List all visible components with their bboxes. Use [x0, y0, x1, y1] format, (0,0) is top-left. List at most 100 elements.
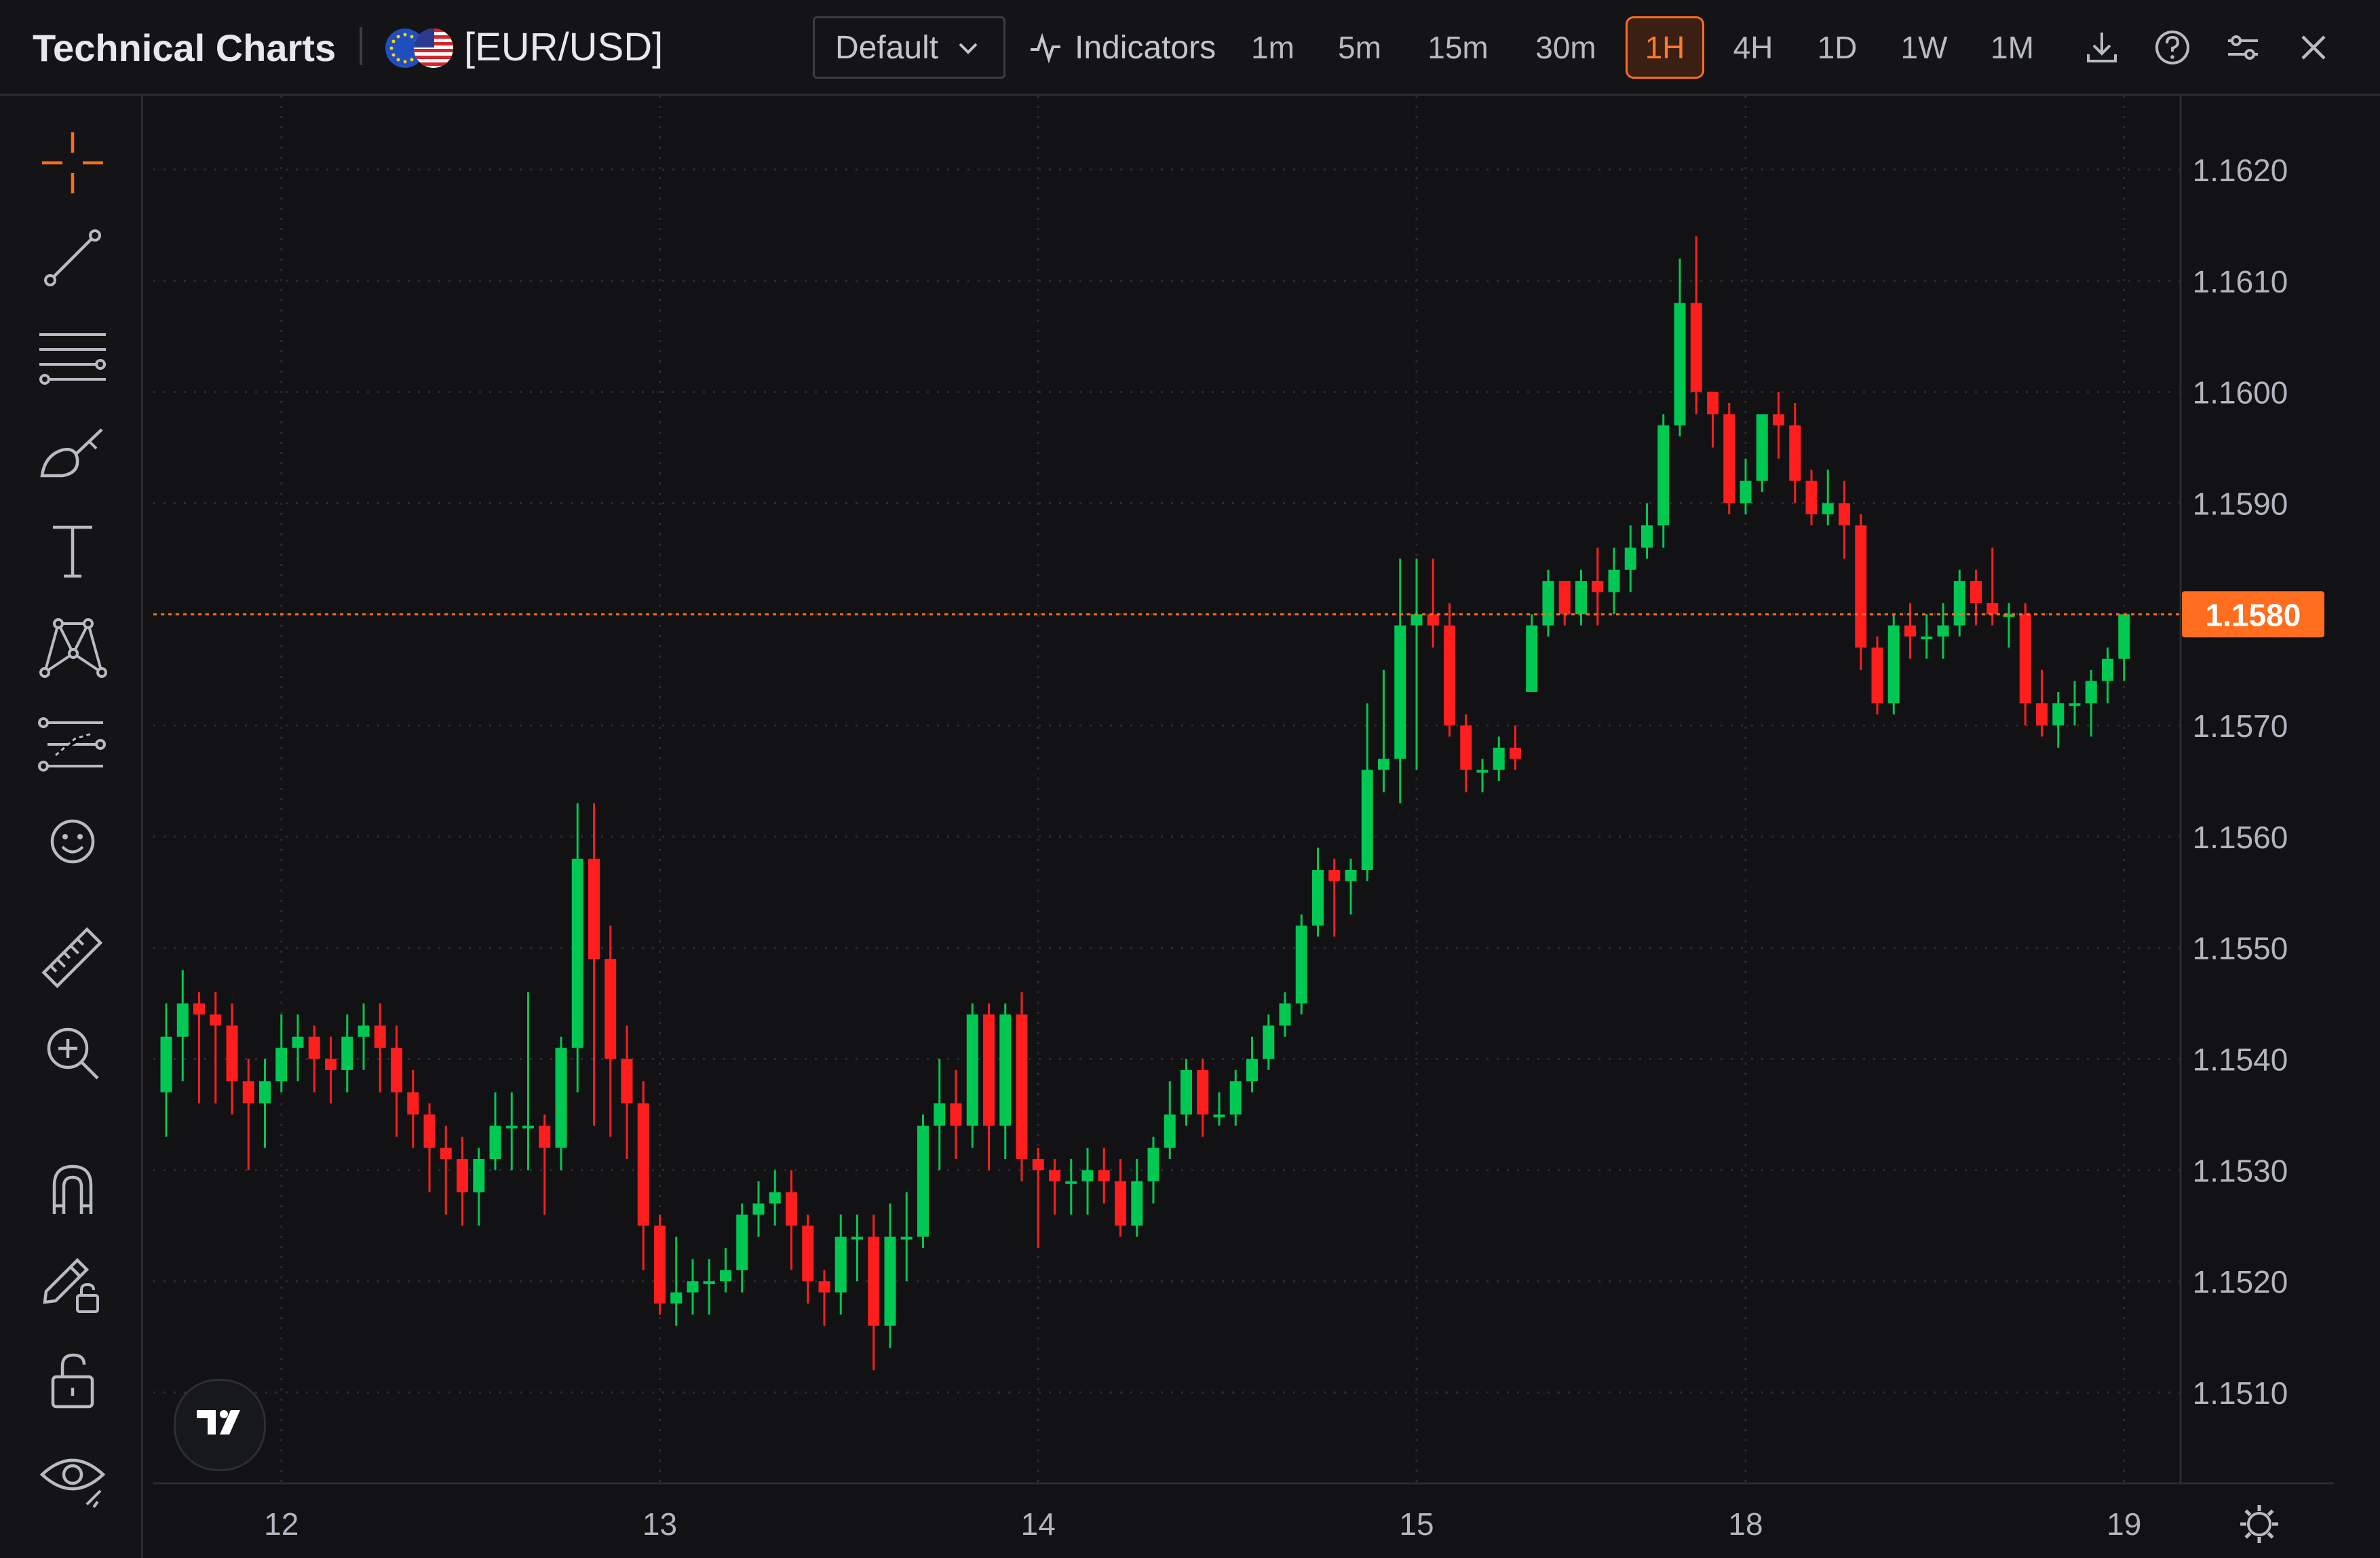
unlock-icon[interactable] — [35, 1343, 110, 1418]
timeframe-1w[interactable]: 1W — [1890, 16, 1958, 79]
candle-body — [1789, 425, 1801, 481]
candle-body — [1953, 581, 1965, 626]
price-tick-label: 1.1620 — [2193, 153, 2288, 188]
candle-body — [407, 1092, 419, 1115]
brush-icon[interactable] — [35, 415, 110, 489]
candle-body — [818, 1281, 830, 1293]
candle-body — [193, 1003, 205, 1015]
price-tick-label: 1.1520 — [2193, 1264, 2288, 1299]
candle-body — [259, 1081, 271, 1104]
price-tick-label: 1.1510 — [2193, 1375, 2288, 1411]
price-tick-label: 1.1530 — [2193, 1153, 2288, 1188]
candle-body — [1921, 636, 1933, 640]
lock-drawing-icon[interactable] — [35, 1247, 110, 1321]
candle-body — [884, 1236, 896, 1326]
timeframe-1m[interactable]: 1m — [1242, 16, 1304, 79]
candle-body — [1558, 581, 1571, 615]
candle-body — [1263, 1025, 1275, 1059]
candle-body — [1049, 1170, 1060, 1181]
candle-body — [1937, 625, 1949, 637]
current-price-label: 1.1580 — [2206, 597, 2301, 632]
settings-sliders-icon[interactable] — [2223, 27, 2263, 68]
timeframe-4h[interactable]: 4H — [1722, 16, 1784, 79]
candle-body — [1460, 725, 1472, 770]
candle-body — [473, 1158, 485, 1193]
timeframe-15m[interactable]: 15m — [1421, 16, 1495, 79]
help-icon[interactable] — [2152, 27, 2193, 68]
candle-body — [637, 1103, 649, 1226]
candle-body — [2102, 658, 2113, 681]
candle-body — [505, 1125, 518, 1128]
download-icon[interactable] — [2081, 27, 2122, 68]
candle-body — [934, 1103, 946, 1126]
candle-body — [2085, 681, 2097, 704]
candle-body — [1081, 1170, 1094, 1181]
layout-dropdown[interactable]: Default — [813, 16, 1005, 79]
candle-body — [1855, 525, 1867, 648]
candle-body — [1115, 1181, 1126, 1226]
candlestick-chart[interactable]: 1.1620 1.1610 1.1600 1.1590 1.1570 1.1560 1.15… — [143, 96, 2380, 1558]
chevron-down-icon — [959, 43, 978, 54]
candle-body — [2069, 703, 2081, 706]
close-icon[interactable] — [2293, 27, 2334, 68]
candle-body — [1822, 503, 1834, 514]
candle-body — [851, 1236, 863, 1240]
chart-overlay: 1.1580 — [153, 591, 2324, 1543]
trend-line-icon[interactable] — [35, 221, 110, 295]
ruler-icon[interactable] — [35, 921, 110, 995]
candle-body — [391, 1048, 402, 1092]
candle-body — [176, 1003, 189, 1037]
candle-body — [374, 1025, 386, 1048]
candle-body — [489, 1125, 501, 1159]
candle-body — [341, 1036, 353, 1070]
eye-icon[interactable] — [35, 1439, 110, 1514]
candle-body — [1970, 581, 1982, 603]
candle-body — [2118, 614, 2130, 659]
candle-body — [210, 1014, 222, 1026]
chart-settings-gear-icon[interactable] — [2240, 1505, 2278, 1543]
candle-body — [900, 1236, 913, 1240]
magnet-icon[interactable] — [35, 1152, 110, 1226]
candle-body — [160, 1036, 172, 1092]
symbol-label[interactable]: [EUR/USD] — [464, 24, 663, 70]
candle-body — [242, 1081, 254, 1104]
price-tick-label: 1.1540 — [2193, 1042, 2288, 1078]
chart-grid: 1.1620 1.1610 1.1600 1.1590 1.1570 1.1560 1.15… — [153, 96, 2334, 1542]
candle-body — [440, 1147, 452, 1159]
crosshair-icon[interactable] — [35, 126, 110, 200]
candle-body — [1904, 625, 1916, 637]
indicators-button[interactable]: Indicators — [1029, 27, 1216, 68]
horizontal-lines-icon[interactable] — [35, 318, 110, 393]
timeframe-5m[interactable]: 5m — [1328, 16, 1391, 79]
timeframe-1mo[interactable]: 1M — [1978, 16, 2046, 79]
candle-body — [1871, 647, 1883, 704]
candle-body — [1707, 392, 1719, 415]
zoom-in-icon[interactable] — [35, 1016, 110, 1090]
candle-body — [1131, 1181, 1143, 1226]
candle-body — [1624, 547, 1636, 570]
candle-body — [1839, 503, 1850, 526]
candle-body — [1098, 1170, 1110, 1181]
price-tick-label: 1.1570 — [2193, 708, 2288, 744]
candle-body — [1345, 870, 1357, 881]
text-icon[interactable] — [35, 512, 110, 587]
candle-body — [1229, 1081, 1242, 1115]
date-tick-label: 15 — [1399, 1506, 1434, 1542]
date-tick-label: 14 — [1021, 1506, 1056, 1542]
chart-area[interactable]: 1.1620 1.1610 1.1600 1.1590 1.1570 1.1560 1.15… — [143, 96, 2380, 1558]
tradingview-logo-icon — [197, 1410, 240, 1434]
forecast-icon[interactable] — [35, 706, 110, 781]
candle-body — [966, 1014, 978, 1126]
pattern-icon[interactable] — [35, 609, 110, 683]
candle-body — [621, 1059, 633, 1104]
candle-body — [1147, 1147, 1159, 1181]
timeframe-1d[interactable]: 1D — [1806, 16, 1868, 79]
timeframe-30m[interactable]: 30m — [1527, 16, 1605, 79]
emoji-icon[interactable] — [35, 804, 110, 879]
timeframe-1h[interactable]: 1H — [1626, 16, 1704, 79]
candle-body — [1295, 925, 1307, 1004]
candle-body — [720, 1270, 731, 1282]
candle-body — [1690, 303, 1702, 392]
indicators-label: Indicators — [1075, 29, 1216, 66]
logo-badge[interactable] — [174, 1379, 266, 1471]
